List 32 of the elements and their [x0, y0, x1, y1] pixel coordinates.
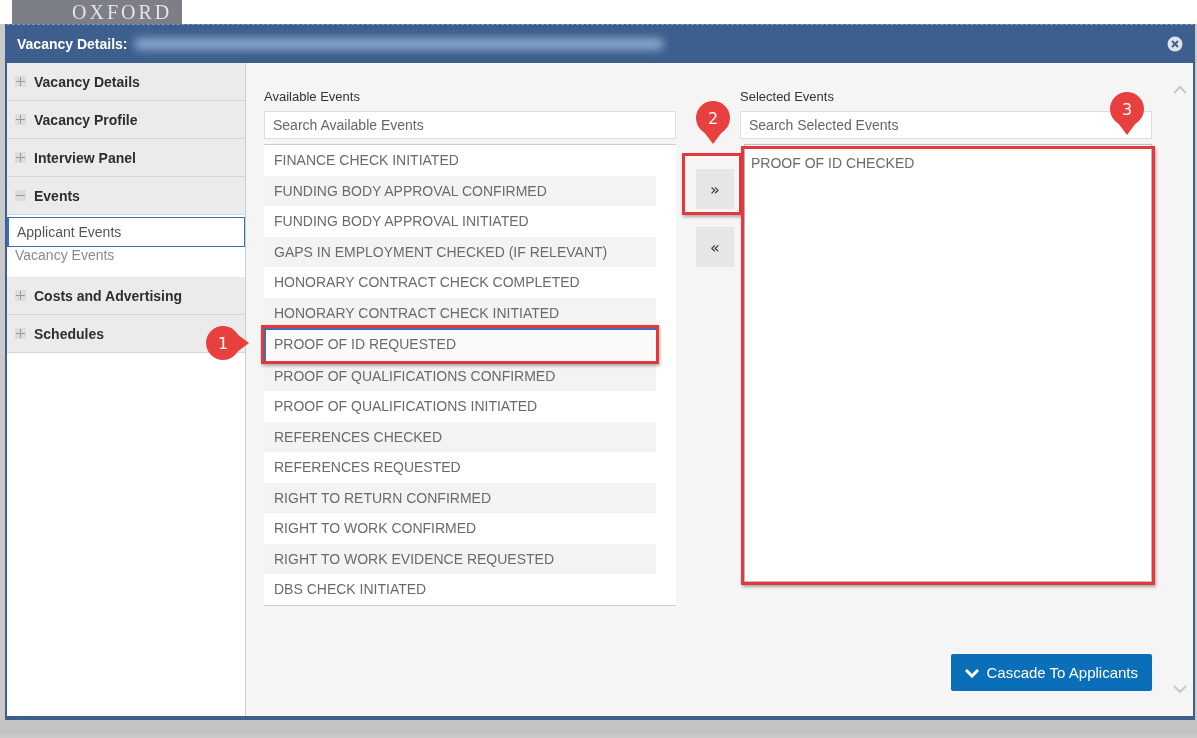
list-item[interactable]: FINANCE CHECK INITIATED [264, 145, 656, 176]
list-item[interactable]: PROOF OF ID REQUESTED [264, 328, 656, 361]
sidebar-item[interactable]: Vacancy Profile [7, 101, 245, 139]
list-item[interactable]: FUNDING BODY APPROVAL CONFIRMED [264, 175, 656, 206]
scroll-up-icon[interactable] [1173, 85, 1187, 94]
list-item[interactable]: GAPS IN EMPLOYMENT CHECKED (IF RELEVANT) [264, 236, 656, 267]
list-item[interactable]: HONORARY CONTRACT CHECK COMPLETED [264, 267, 656, 298]
list-label: Selected Events [740, 89, 834, 104]
list-item[interactable]: RIGHT TO RETURN CONFIRMED [264, 482, 656, 513]
cascade-button[interactable]: Cascade To Applicants [950, 654, 1152, 692]
sidebar-subitem[interactable]: Applicant Events [7, 217, 245, 247]
sidebar-item[interactable]: Costs and Advertising [7, 277, 245, 315]
list-item[interactable]: FUNDING BODY APPROVAL INITIATED [264, 206, 656, 237]
close-icon[interactable] [1167, 36, 1183, 52]
list-label: Available Events [264, 89, 360, 104]
list-item[interactable]: PROOF OF ID CHECKED [745, 145, 1151, 173]
list-item[interactable]: DBS CHECK INITIATED [264, 574, 656, 605]
list-item[interactable]: PROOF OF QUALIFICATIONS INITIATED [264, 391, 656, 422]
logo-text: OXFORD [12, 0, 183, 24]
window-title: Vacancy Details: [17, 36, 128, 52]
sidebar-item[interactable]: Interview Panel [7, 139, 245, 177]
list-item[interactable]: REFERENCES REQUESTED [264, 452, 656, 483]
sidebar-item[interactable]: Events [7, 177, 245, 215]
list-item[interactable]: RIGHT TO WORK CONFIRMED [264, 513, 656, 544]
move-right-button[interactable]: » [696, 169, 734, 209]
move-left-button[interactable]: « [696, 227, 734, 267]
search-field[interactable]: Search Available Events [264, 111, 676, 139]
scroll-down-icon[interactable] [1173, 685, 1187, 694]
list-item[interactable]: REFERENCES CHECKED [264, 421, 656, 452]
list-item[interactable]: RIGHT TO WORK EVIDENCE REQUESTED [264, 543, 656, 574]
chevron-down-icon [964, 667, 979, 678]
sidebar-item[interactable]: Vacancy Details [7, 63, 245, 101]
